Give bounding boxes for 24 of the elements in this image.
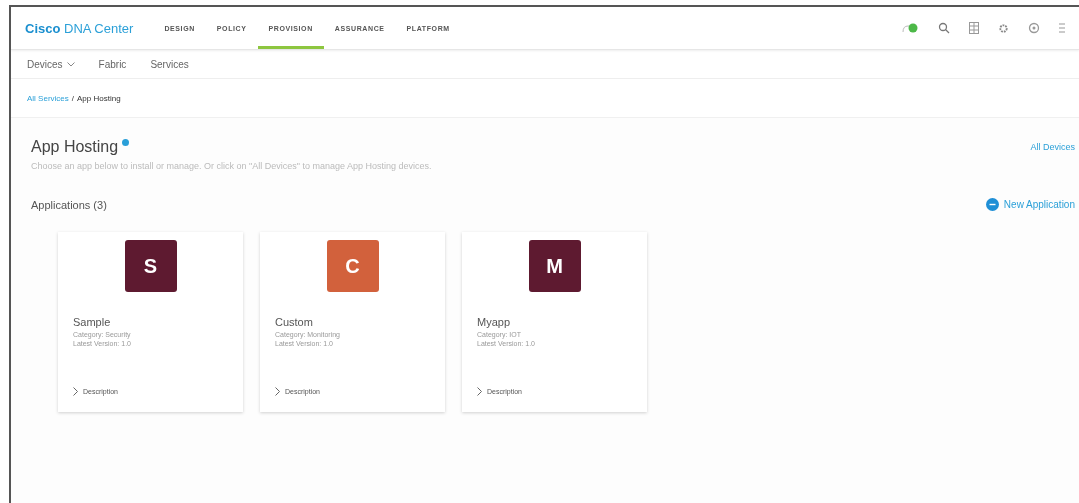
- info-badge-icon[interactable]: [122, 139, 130, 146]
- app-name: Myapp: [477, 316, 512, 328]
- app-logo: C: [326, 240, 379, 292]
- subnav-tab[interactable]: Fabric: [98, 58, 127, 70]
- grid-icon[interactable]: [969, 22, 979, 34]
- chevron-icon: [73, 387, 78, 396]
- menu-icon[interactable]: [1059, 22, 1065, 34]
- search-icon[interactable]: [938, 22, 950, 34]
- app-name: Custom: [275, 316, 314, 328]
- subnav-tab[interactable]: Devices: [27, 58, 75, 70]
- breadcrumb-separator: /: [71, 93, 75, 103]
- app-name: Sample: [73, 316, 112, 328]
- subnav-tab[interactable]: Services: [150, 58, 189, 70]
- breadcrumb-current: App Hosting: [77, 93, 121, 103]
- applications-heading: Applications (3): [31, 198, 107, 211]
- app-logo: S: [124, 240, 177, 292]
- chevron-icon: [477, 387, 482, 396]
- caret-icon: [66, 61, 75, 67]
- page-title: App Hosting: [31, 138, 119, 156]
- help-icon[interactable]: [1028, 22, 1040, 34]
- status-toggle-icon[interactable]: [901, 22, 919, 34]
- chevron-icon: [275, 387, 280, 396]
- app-logo: M: [528, 240, 581, 292]
- brand-logo[interactable]: Cisco DNA Center: [25, 20, 134, 36]
